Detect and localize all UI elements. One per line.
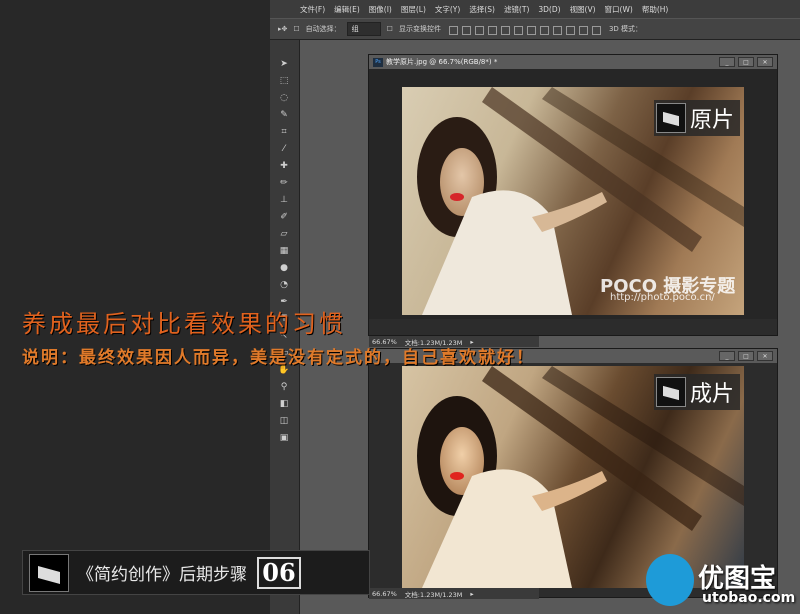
- overlay-subline: 说明：最终效果因人而异，美是没有定式的，自己喜欢就好！: [22, 348, 535, 368]
- ps-doc-icon: Ps: [373, 57, 383, 67]
- auto-select-dropdown[interactable]: 组: [346, 22, 381, 36]
- menu-view[interactable]: 视图(V): [570, 4, 596, 15]
- align-middle-icon[interactable]: [461, 25, 471, 35]
- site-logo: 优图宝 utobao.com: [640, 548, 800, 614]
- window-buttons: _ □ ✕: [719, 57, 773, 67]
- auto-select-label: 自动选择：: [305, 25, 341, 33]
- status-bar-bottom: 66.67% 文档:1.23M/1.23M ▸: [369, 588, 539, 599]
- close-button[interactable]: ✕: [757, 351, 773, 361]
- show-transform-checkbox[interactable]: ☐: [387, 25, 393, 33]
- menu-type[interactable]: 文字(Y): [435, 4, 460, 15]
- poco-watermark-url: http://photo.poco.cn/: [610, 292, 715, 303]
- move-tool-icon[interactable]: ▸✥: [278, 25, 287, 33]
- series-logo-icon: [29, 553, 69, 592]
- brush-tool-icon[interactable]: ✏: [274, 175, 294, 190]
- options-bar: ▸✥ ☐ 自动选择： 组 ☐ 显示变换控件 3D 模式：: [270, 18, 800, 40]
- auto-select-checkbox[interactable]: ☐: [293, 25, 299, 33]
- align-icons[interactable]: [447, 20, 603, 39]
- align-bottom-icon[interactable]: [474, 25, 484, 35]
- minimize-button[interactable]: _: [719, 57, 735, 67]
- maximize-button[interactable]: □: [738, 351, 754, 361]
- align-left-icon[interactable]: [487, 25, 497, 35]
- toolbox: ➤ ⬚ ◌ ✎ ⌗ ⁄ ✚ ✏ ⊥ ✐ ▱ ▦ ● ◔ ✒ T ↖ ▭ ✋ ⚲ …: [274, 56, 296, 447]
- marquee-tool-icon[interactable]: ⬚: [274, 73, 294, 88]
- distribute-top-icon[interactable]: [526, 25, 536, 35]
- distribute-left-icon[interactable]: [565, 25, 575, 35]
- document-title-bar[interactable]: Ps 教学原片.jpg @ 66.7%(RGB/8*) * _ □ ✕: [369, 55, 777, 69]
- menu-layer[interactable]: 图层(L): [401, 4, 426, 15]
- screen-mode-icon[interactable]: ▣: [274, 430, 294, 445]
- move-tool-icon[interactable]: ➤: [274, 56, 294, 71]
- window-buttons-result: _ □ ✕: [719, 351, 773, 361]
- menu-image[interactable]: 图像(I): [369, 4, 392, 15]
- show-transform-label: 显示变换控件: [398, 25, 441, 33]
- blur-tool-icon[interactable]: ●: [274, 260, 294, 275]
- badge-result-label: 成片: [690, 382, 735, 407]
- distribute-bottom-icon[interactable]: [552, 25, 562, 35]
- color-swatches-icon[interactable]: ◧: [274, 396, 294, 411]
- distribute-right-icon[interactable]: [591, 25, 601, 35]
- quick-select-tool-icon[interactable]: ✎: [274, 107, 294, 122]
- badge-thumb-icon: [656, 377, 686, 407]
- align-top-icon[interactable]: [448, 25, 458, 35]
- menu-window[interactable]: 窗口(W): [605, 4, 633, 15]
- gradient-tool-icon[interactable]: ▦: [274, 243, 294, 258]
- badge-result: 成片: [654, 374, 741, 410]
- eraser-tool-icon[interactable]: ▱: [274, 226, 294, 241]
- align-center-icon[interactable]: [500, 25, 510, 35]
- lasso-tool-icon[interactable]: ◌: [274, 90, 294, 105]
- menu-help[interactable]: 帮助(H): [642, 4, 669, 15]
- history-brush-tool-icon[interactable]: ✐: [274, 209, 294, 224]
- step-number: 06: [257, 556, 301, 589]
- menu-edit[interactable]: 编辑(E): [334, 4, 360, 15]
- status-arrow-icon[interactable]: ▸: [470, 590, 473, 598]
- mode-3d-label: 3D 模式：: [608, 25, 643, 33]
- site-logo-en: utobao.com: [702, 590, 796, 606]
- menu-3d[interactable]: 3D(D): [538, 5, 560, 14]
- menu-file[interactable]: 文件(F): [300, 4, 325, 15]
- series-title: 《简约创作》后期步骤: [77, 565, 247, 585]
- crop-tool-icon[interactable]: ⌗: [274, 124, 294, 139]
- menu-bar: 文件(F) 编辑(E) 图像(I) 图层(L) 文字(Y) 选择(S) 滤镜(T…: [270, 0, 800, 18]
- document-title: 教学原片.jpg @ 66.7%(RGB/8*) *: [386, 58, 498, 66]
- zoom-tool-icon[interactable]: ⚲: [274, 379, 294, 394]
- healing-tool-icon[interactable]: ✚: [274, 158, 294, 173]
- minimize-button[interactable]: _: [719, 351, 735, 361]
- distribute-middle-icon[interactable]: [539, 25, 549, 35]
- distribute-center-icon[interactable]: [578, 25, 588, 35]
- zoom-level[interactable]: 66.67%: [372, 590, 397, 598]
- tutorial-footer: 《简约创作》后期步骤 06: [22, 550, 370, 595]
- close-button[interactable]: ✕: [757, 57, 773, 67]
- stamp-tool-icon[interactable]: ⊥: [274, 192, 294, 207]
- align-right-icon[interactable]: [513, 25, 523, 35]
- badge-thumb-icon: [656, 103, 686, 133]
- overlay-headline: 养成最后对比看效果的习惯: [22, 310, 346, 338]
- badge-original-label: 原片: [690, 108, 735, 133]
- dodge-tool-icon[interactable]: ◔: [274, 277, 294, 292]
- menu-select[interactable]: 选择(S): [469, 4, 495, 15]
- eyedropper-tool-icon[interactable]: ⁄: [274, 141, 294, 156]
- doc-size[interactable]: 文档:1.23M/1.23M: [405, 589, 463, 599]
- maximize-button[interactable]: □: [738, 57, 754, 67]
- badge-original: 原片: [654, 100, 741, 136]
- menu-filter[interactable]: 滤镜(T): [504, 4, 529, 15]
- quick-mask-icon[interactable]: ◫: [274, 413, 294, 428]
- bird-logo-icon: [646, 554, 694, 606]
